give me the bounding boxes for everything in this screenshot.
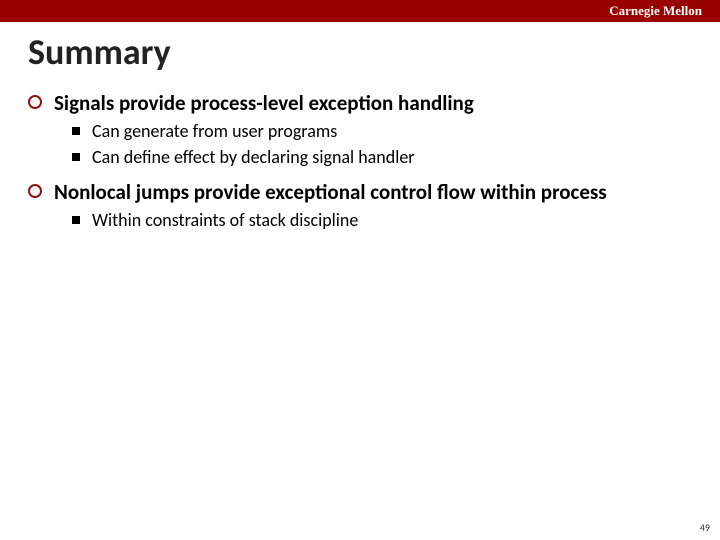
sub-bullet-item: Within constraints of stack discipline (72, 208, 692, 232)
sub-bullet-group: Within constraints of stack discipline (28, 208, 692, 232)
page-number: 49 (700, 521, 710, 534)
slide-body: Summary Signals provide process-level ex… (0, 22, 720, 232)
sub-bullet-group: Can generate from user programs Can defi… (28, 119, 692, 169)
sub-bullet-text: Within constraints of stack discipline (92, 208, 358, 232)
bullet-text: Nonlocal jumps provide exceptional contr… (54, 179, 607, 206)
sub-bullet-item: Can generate from user programs (72, 119, 692, 143)
circle-bullet-icon (28, 184, 42, 198)
sub-bullet-item: Can define effect by declaring signal ha… (72, 145, 692, 169)
square-bullet-icon (72, 127, 80, 135)
brand-label: Carnegie Mellon (609, 3, 702, 19)
header-bar: Carnegie Mellon (0, 0, 720, 22)
bullet-item: Nonlocal jumps provide exceptional contr… (28, 179, 692, 206)
bullet-text: Signals provide process-level exception … (54, 90, 474, 117)
square-bullet-icon (72, 216, 80, 224)
sub-bullet-text: Can generate from user programs (92, 119, 337, 143)
sub-bullet-text: Can define effect by declaring signal ha… (92, 145, 415, 169)
square-bullet-icon (72, 153, 80, 161)
bullet-item: Signals provide process-level exception … (28, 90, 692, 117)
circle-bullet-icon (28, 95, 42, 109)
slide-title: Summary (28, 30, 692, 74)
